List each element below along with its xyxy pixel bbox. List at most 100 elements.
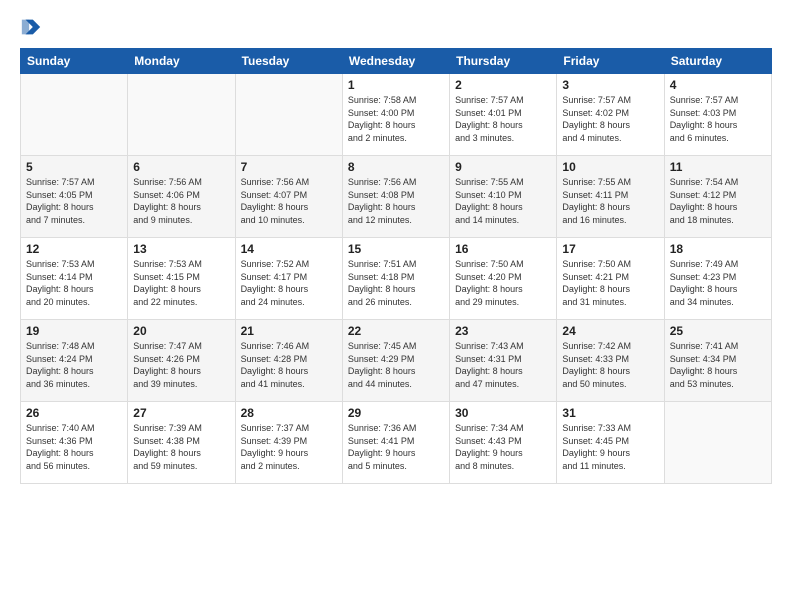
day-info-16: Sunrise: 7:50 AM Sunset: 4:20 PM Dayligh… <box>455 258 551 308</box>
day-number-13: 13 <box>133 242 229 256</box>
day-cell-12: 12 Sunrise: 7:53 AM Sunset: 4:14 PM Dayli… <box>21 238 128 320</box>
day-number-28: 28 <box>241 406 337 420</box>
logo <box>20 16 46 38</box>
day-info-14: Sunrise: 7:52 AM Sunset: 4:17 PM Dayligh… <box>241 258 337 308</box>
week-row-2: 5 Sunrise: 7:57 AM Sunset: 4:05 PM Daylig… <box>21 156 772 238</box>
day-cell-22: 22 Sunrise: 7:45 AM Sunset: 4:29 PM Dayli… <box>342 320 449 402</box>
day-number-7: 7 <box>241 160 337 174</box>
day-number-14: 14 <box>241 242 337 256</box>
day-number-31: 31 <box>562 406 658 420</box>
logo-icon <box>20 16 42 38</box>
day-info-28: Sunrise: 7:37 AM Sunset: 4:39 PM Dayligh… <box>241 422 337 472</box>
day-info-8: Sunrise: 7:56 AM Sunset: 4:08 PM Dayligh… <box>348 176 444 226</box>
day-info-12: Sunrise: 7:53 AM Sunset: 4:14 PM Dayligh… <box>26 258 122 308</box>
day-number-23: 23 <box>455 324 551 338</box>
day-info-30: Sunrise: 7:34 AM Sunset: 4:43 PM Dayligh… <box>455 422 551 472</box>
day-info-4: Sunrise: 7:57 AM Sunset: 4:03 PM Dayligh… <box>670 94 766 144</box>
day-info-11: Sunrise: 7:54 AM Sunset: 4:12 PM Dayligh… <box>670 176 766 226</box>
day-number-6: 6 <box>133 160 229 174</box>
day-cell-9: 9 Sunrise: 7:55 AM Sunset: 4:10 PM Daylig… <box>450 156 557 238</box>
day-cell-13: 13 Sunrise: 7:53 AM Sunset: 4:15 PM Dayli… <box>128 238 235 320</box>
day-info-27: Sunrise: 7:39 AM Sunset: 4:38 PM Dayligh… <box>133 422 229 472</box>
day-cell-24: 24Sunrise: 7:42 AM Sunset: 4:33 PM Dayli… <box>557 320 664 402</box>
empty-cell <box>235 74 342 156</box>
day-number-18: 18 <box>670 242 766 256</box>
day-number-19: 19 <box>26 324 122 338</box>
day-cell-20: 20Sunrise: 7:47 AM Sunset: 4:26 PM Dayli… <box>128 320 235 402</box>
day-cell-14: 14 Sunrise: 7:52 AM Sunset: 4:17 PM Dayli… <box>235 238 342 320</box>
day-info-29: Sunrise: 7:36 AM Sunset: 4:41 PM Dayligh… <box>348 422 444 472</box>
page: SundayMondayTuesdayWednesdayThursdayFrid… <box>0 0 792 612</box>
day-cell-4: 4 Sunrise: 7:57 AM Sunset: 4:03 PM Daylig… <box>664 74 771 156</box>
calendar-table: SundayMondayTuesdayWednesdayThursdayFrid… <box>20 48 772 484</box>
day-number-5: 5 <box>26 160 122 174</box>
day-info-5: Sunrise: 7:57 AM Sunset: 4:05 PM Dayligh… <box>26 176 122 226</box>
day-cell-16: 16 Sunrise: 7:50 AM Sunset: 4:20 PM Dayli… <box>450 238 557 320</box>
day-number-2: 2 <box>455 78 551 92</box>
day-info-13: Sunrise: 7:53 AM Sunset: 4:15 PM Dayligh… <box>133 258 229 308</box>
calendar-header-saturday: Saturday <box>664 49 771 74</box>
day-number-24: 24 <box>562 324 658 338</box>
day-cell-7: 7 Sunrise: 7:56 AM Sunset: 4:07 PM Daylig… <box>235 156 342 238</box>
day-number-25: 25 <box>670 324 766 338</box>
day-info-20: Sunrise: 7:47 AM Sunset: 4:26 PM Dayligh… <box>133 340 229 390</box>
day-info-2: Sunrise: 7:57 AM Sunset: 4:01 PM Dayligh… <box>455 94 551 144</box>
day-info-1: Sunrise: 7:58 AM Sunset: 4:00 PM Dayligh… <box>348 94 444 144</box>
day-info-25: Sunrise: 7:41 AM Sunset: 4:34 PM Dayligh… <box>670 340 766 390</box>
day-cell-31: 31 Sunrise: 7:33 AM Sunset: 4:45 PM Dayli… <box>557 402 664 484</box>
week-row-4: 19 Sunrise: 7:48 AM Sunset: 4:24 PM Dayli… <box>21 320 772 402</box>
calendar-header-monday: Monday <box>128 49 235 74</box>
day-cell-3: 3Sunrise: 7:57 AM Sunset: 4:02 PM Daylig… <box>557 74 664 156</box>
day-number-3: 3 <box>562 78 658 92</box>
day-cell-19: 19 Sunrise: 7:48 AM Sunset: 4:24 PM Dayli… <box>21 320 128 402</box>
calendar-header-friday: Friday <box>557 49 664 74</box>
calendar-header-wednesday: Wednesday <box>342 49 449 74</box>
day-info-26: Sunrise: 7:40 AM Sunset: 4:36 PM Dayligh… <box>26 422 122 472</box>
day-number-21: 21 <box>241 324 337 338</box>
day-number-16: 16 <box>455 242 551 256</box>
day-number-22: 22 <box>348 324 444 338</box>
day-info-15: Sunrise: 7:51 AM Sunset: 4:18 PM Dayligh… <box>348 258 444 308</box>
day-number-12: 12 <box>26 242 122 256</box>
day-info-19: Sunrise: 7:48 AM Sunset: 4:24 PM Dayligh… <box>26 340 122 390</box>
day-number-9: 9 <box>455 160 551 174</box>
day-number-8: 8 <box>348 160 444 174</box>
week-row-3: 12 Sunrise: 7:53 AM Sunset: 4:14 PM Dayli… <box>21 238 772 320</box>
day-info-21: Sunrise: 7:46 AM Sunset: 4:28 PM Dayligh… <box>241 340 337 390</box>
calendar-header-thursday: Thursday <box>450 49 557 74</box>
day-cell-26: 26 Sunrise: 7:40 AM Sunset: 4:36 PM Dayli… <box>21 402 128 484</box>
day-cell-15: 15Sunrise: 7:51 AM Sunset: 4:18 PM Dayli… <box>342 238 449 320</box>
day-cell-10: 10Sunrise: 7:55 AM Sunset: 4:11 PM Dayli… <box>557 156 664 238</box>
day-info-9: Sunrise: 7:55 AM Sunset: 4:10 PM Dayligh… <box>455 176 551 226</box>
day-number-4: 4 <box>670 78 766 92</box>
header <box>20 16 772 38</box>
day-cell-25: 25 Sunrise: 7:41 AM Sunset: 4:34 PM Dayli… <box>664 320 771 402</box>
day-cell-18: 18 Sunrise: 7:49 AM Sunset: 4:23 PM Dayli… <box>664 238 771 320</box>
day-info-18: Sunrise: 7:49 AM Sunset: 4:23 PM Dayligh… <box>670 258 766 308</box>
day-number-11: 11 <box>670 160 766 174</box>
calendar-header-sunday: Sunday <box>21 49 128 74</box>
day-cell-1: 1Sunrise: 7:58 AM Sunset: 4:00 PM Daylig… <box>342 74 449 156</box>
day-info-7: Sunrise: 7:56 AM Sunset: 4:07 PM Dayligh… <box>241 176 337 226</box>
day-info-6: Sunrise: 7:56 AM Sunset: 4:06 PM Dayligh… <box>133 176 229 226</box>
day-info-23: Sunrise: 7:43 AM Sunset: 4:31 PM Dayligh… <box>455 340 551 390</box>
day-cell-28: 28 Sunrise: 7:37 AM Sunset: 4:39 PM Dayli… <box>235 402 342 484</box>
day-info-22: Sunrise: 7:45 AM Sunset: 4:29 PM Dayligh… <box>348 340 444 390</box>
empty-cell <box>128 74 235 156</box>
day-info-31: Sunrise: 7:33 AM Sunset: 4:45 PM Dayligh… <box>562 422 658 472</box>
day-number-26: 26 <box>26 406 122 420</box>
day-cell-11: 11 Sunrise: 7:54 AM Sunset: 4:12 PM Dayli… <box>664 156 771 238</box>
day-cell-6: 6 Sunrise: 7:56 AM Sunset: 4:06 PM Daylig… <box>128 156 235 238</box>
empty-cell <box>21 74 128 156</box>
day-number-27: 27 <box>133 406 229 420</box>
calendar-header-row: SundayMondayTuesdayWednesdayThursdayFrid… <box>21 49 772 74</box>
day-info-10: Sunrise: 7:55 AM Sunset: 4:11 PM Dayligh… <box>562 176 658 226</box>
day-cell-5: 5 Sunrise: 7:57 AM Sunset: 4:05 PM Daylig… <box>21 156 128 238</box>
day-cell-2: 2 Sunrise: 7:57 AM Sunset: 4:01 PM Daylig… <box>450 74 557 156</box>
day-number-17: 17 <box>562 242 658 256</box>
day-cell-21: 21 Sunrise: 7:46 AM Sunset: 4:28 PM Dayli… <box>235 320 342 402</box>
day-cell-23: 23 Sunrise: 7:43 AM Sunset: 4:31 PM Dayli… <box>450 320 557 402</box>
day-cell-17: 17Sunrise: 7:50 AM Sunset: 4:21 PM Dayli… <box>557 238 664 320</box>
day-number-30: 30 <box>455 406 551 420</box>
day-cell-29: 29Sunrise: 7:36 AM Sunset: 4:41 PM Dayli… <box>342 402 449 484</box>
